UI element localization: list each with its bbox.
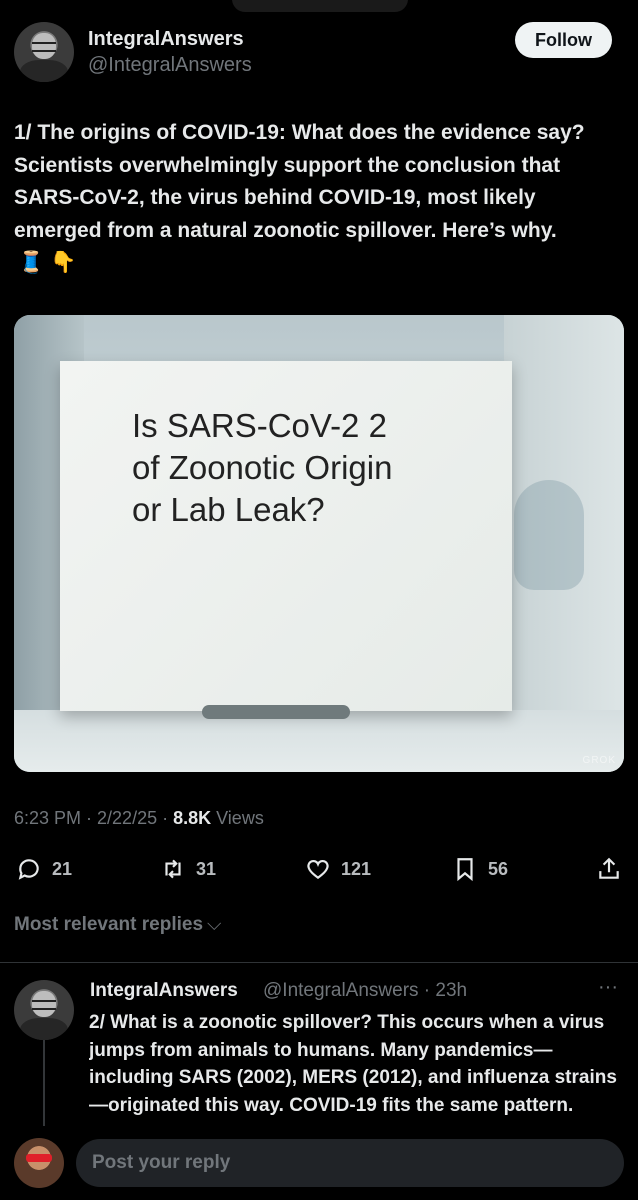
sign-text: Is SARS-CoV-2 2 of Zoonotic Origin or La… xyxy=(132,405,432,531)
tweet-meta: 6:23 PM · 2/22/25 · 8.8K Views xyxy=(14,808,264,829)
author-display-name[interactable]: IntegralAnswers xyxy=(88,28,244,51)
reply-action[interactable]: 21 xyxy=(16,853,72,885)
sign-stand xyxy=(202,705,350,719)
repost-count: 31 xyxy=(196,858,217,879)
reply-text: 2/ What is a zoonotic spillover? This oc… xyxy=(89,1012,617,1116)
replies-sort-label: Most relevant replies xyxy=(14,914,204,935)
share-action[interactable] xyxy=(596,853,622,885)
sign-line-1: Is SARS-CoV-2 2 xyxy=(132,407,387,444)
tweet-body: 1/ The origins of COVID-19: What does th… xyxy=(14,121,585,242)
repost-icon xyxy=(165,859,181,879)
more-icon[interactable]: ··· xyxy=(598,976,618,999)
reply-author-name[interactable]: IntegralAnswers xyxy=(90,980,238,1002)
author-avatar[interactable] xyxy=(14,22,74,82)
like-count: 121 xyxy=(341,858,372,879)
share-icon xyxy=(599,857,619,879)
author-handle[interactable]: @IntegralAnswers xyxy=(88,54,252,77)
bookmark-icon xyxy=(457,858,473,882)
current-user-avatar[interactable] xyxy=(14,1138,64,1188)
repost-action[interactable]: 31 xyxy=(160,853,216,885)
views-label: Views xyxy=(211,808,264,828)
like-action[interactable]: 121 xyxy=(305,853,371,885)
follow-button[interactable]: Follow xyxy=(515,22,612,58)
tweet-timestamp[interactable]: 6:23 PM · 2/22/25 · xyxy=(14,808,173,828)
bookmark-count: 56 xyxy=(488,858,509,879)
views-count: 8.8K xyxy=(173,808,212,828)
reply-icon xyxy=(18,859,39,880)
camera-notch xyxy=(232,0,408,12)
reply-input[interactable]: Post your reply xyxy=(76,1139,624,1187)
section-divider xyxy=(0,962,638,963)
chevron-down-icon: ⌵ xyxy=(207,914,222,935)
like-icon xyxy=(307,860,329,879)
reply-author-avatar[interactable] xyxy=(14,980,74,1040)
sign-line-2: of Zoonotic Origin xyxy=(132,449,393,486)
tweet-image[interactable]: Is SARS-CoV-2 2 of Zoonotic Origin or La… xyxy=(14,315,624,772)
reply-author-handle[interactable]: @IntegralAnswers · 23h xyxy=(263,980,467,1002)
sign-line-3: or Lab Leak? xyxy=(132,491,325,528)
thread-line xyxy=(43,1040,45,1135)
replies-sort-dropdown[interactable]: Most relevant replies ⌵ xyxy=(14,914,221,936)
reply-count: 21 xyxy=(52,858,73,879)
flask-shape xyxy=(514,480,584,590)
grok-watermark: GROK xyxy=(582,755,616,766)
bookmark-action[interactable]: 56 xyxy=(452,853,508,885)
thread-emojis: 🧵 👇 xyxy=(18,251,77,275)
tweet-text: 1/ The origins of COVID-19: What does th… xyxy=(14,117,624,280)
